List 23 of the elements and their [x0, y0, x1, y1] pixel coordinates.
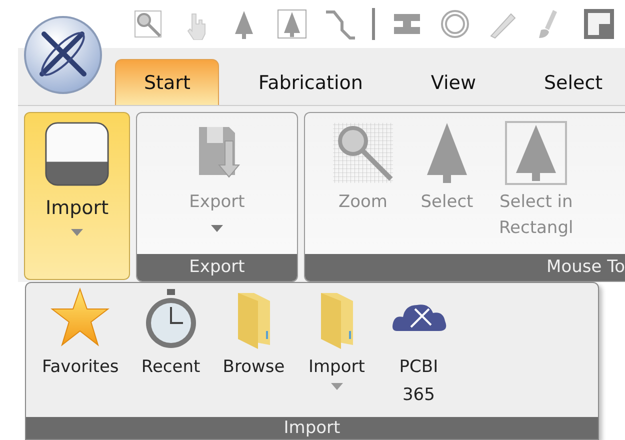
- toolbar-separator: [372, 8, 375, 40]
- menu-item[interactable]: Favorites: [42, 287, 119, 417]
- menu-item[interactable]: PCBI 365: [388, 287, 449, 417]
- caret-icon: [71, 229, 83, 236]
- ribbon-tab[interactable]: Select: [514, 59, 625, 105]
- ribbon-tab[interactable]: View: [402, 59, 505, 105]
- square-icon[interactable]: [583, 8, 615, 40]
- ribbon-tab[interactable]: Fabrication: [229, 59, 392, 105]
- route-icon[interactable]: [324, 8, 356, 40]
- menu-item[interactable]: Recent: [140, 287, 201, 417]
- group-label: Export: [137, 254, 297, 281]
- arrow-box-icon: [504, 121, 568, 185]
- zoom-icon[interactable]: [132, 8, 164, 40]
- import-button[interactable]: Import: [24, 112, 130, 280]
- menu-item[interactable]: Browse: [222, 287, 285, 417]
- menu-item[interactable]: Import: [306, 287, 367, 417]
- star-icon: [50, 287, 110, 349]
- import-icon: [44, 121, 110, 187]
- ring-icon[interactable]: [439, 8, 471, 40]
- group-label: Mouse To: [305, 254, 625, 281]
- ribbon-tab[interactable]: Start: [115, 59, 220, 105]
- arrow-box-icon[interactable]: [276, 8, 308, 40]
- menu-group-label: Import: [26, 417, 598, 439]
